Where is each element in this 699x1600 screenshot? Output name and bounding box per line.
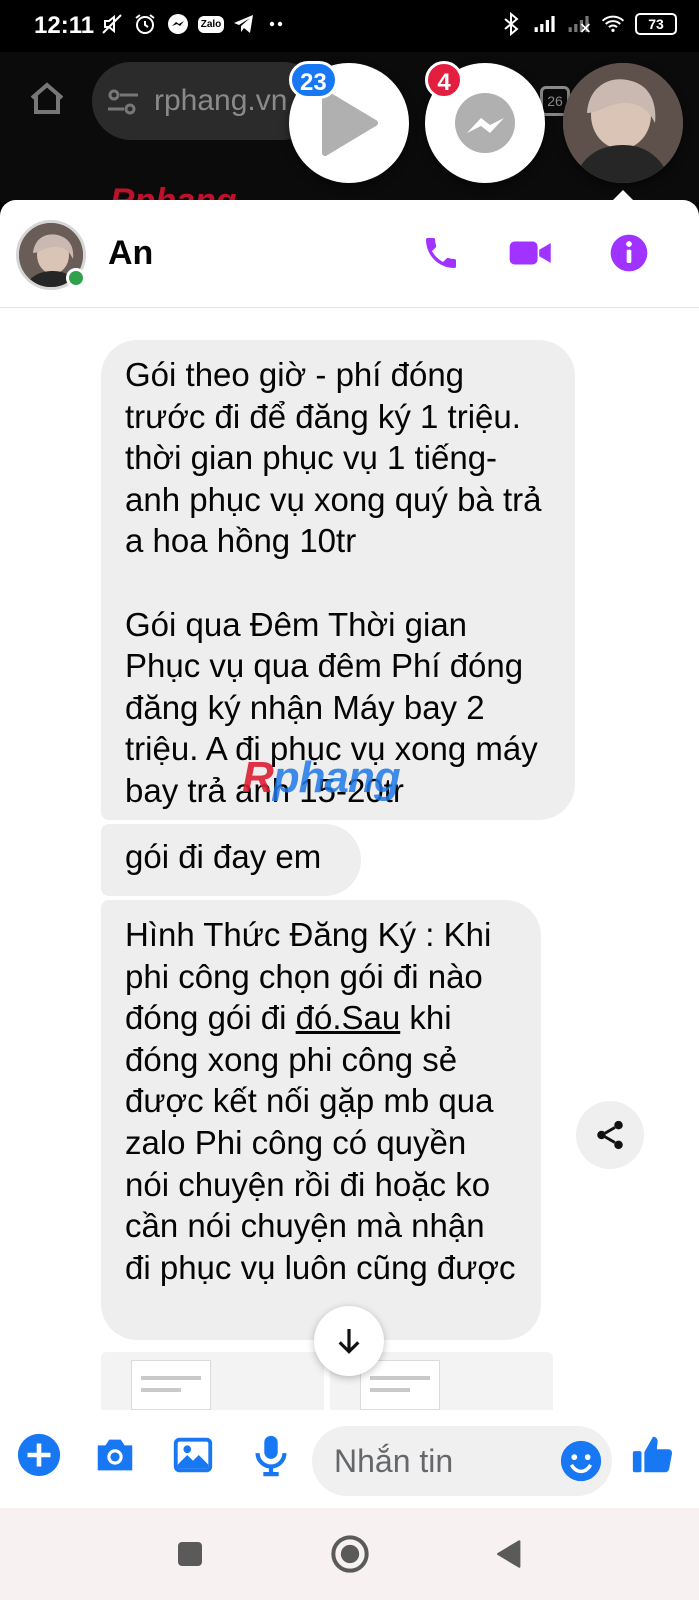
video-camera-icon bbox=[509, 241, 551, 265]
contact-name: An bbox=[108, 234, 154, 272]
circle-home-icon bbox=[331, 1535, 369, 1573]
messenger-chat-head[interactable]: 4 bbox=[425, 61, 545, 183]
chat-header: An bbox=[0, 200, 699, 308]
emoji-icon bbox=[560, 1440, 602, 1482]
message-bubble[interactable]: Gói theo giờ - phí đóng trước đi để đăng… bbox=[101, 340, 575, 820]
online-status-dot bbox=[66, 268, 86, 288]
alarm-icon bbox=[133, 12, 157, 36]
microphone-icon bbox=[255, 1435, 287, 1477]
like-button[interactable] bbox=[628, 1430, 678, 1480]
message-input[interactable] bbox=[334, 1438, 544, 1484]
voice-button[interactable] bbox=[246, 1430, 296, 1480]
thumbs-up-icon bbox=[632, 1436, 673, 1473]
home-nav-button[interactable] bbox=[330, 1534, 370, 1574]
gallery-button[interactable] bbox=[168, 1430, 218, 1480]
camera-button[interactable] bbox=[90, 1430, 140, 1480]
back-triangle-icon bbox=[497, 1540, 521, 1568]
share-button[interactable] bbox=[576, 1101, 644, 1169]
more-actions-button[interactable] bbox=[14, 1430, 64, 1480]
image-icon bbox=[173, 1437, 213, 1473]
message-link[interactable]: đó.Sau bbox=[296, 999, 401, 1036]
signal-icon bbox=[533, 12, 557, 36]
info-button[interactable] bbox=[606, 230, 652, 276]
mute-icon bbox=[100, 12, 124, 36]
message-bubble[interactable]: Hình Thức Đăng Ký : Khi phi công chọn gó… bbox=[101, 900, 541, 1340]
messenger-notif-icon bbox=[166, 12, 190, 36]
contact-chat-head[interactable] bbox=[563, 63, 683, 183]
camera-icon bbox=[97, 1439, 133, 1471]
composer bbox=[0, 1410, 699, 1506]
status-bar: 12:11 Zalo 73 bbox=[0, 0, 699, 52]
message-input-container bbox=[312, 1426, 612, 1496]
video-badge: 23 bbox=[289, 61, 338, 99]
video-call-button[interactable] bbox=[508, 230, 554, 276]
video-chat-head[interactable]: 23 bbox=[289, 61, 409, 183]
bluetooth-icon bbox=[499, 12, 523, 36]
watermark: Rphang bbox=[242, 753, 401, 802]
url-text: rphang.vn bbox=[154, 84, 288, 117]
scroll-to-bottom-button[interactable] bbox=[314, 1306, 384, 1376]
message-text: khi đóng xong phi công sẻ được kết nối g… bbox=[125, 999, 516, 1286]
message-list[interactable]: Gói theo giờ - phí đóng trước đi để đăng… bbox=[0, 308, 699, 1420]
avatar-photo bbox=[563, 63, 683, 183]
message-bubble[interactable]: gói đi đay em bbox=[101, 824, 361, 896]
back-button[interactable] bbox=[488, 1534, 528, 1574]
telegram-icon bbox=[232, 12, 256, 36]
messenger-badge: 4 bbox=[425, 61, 463, 99]
clock: 12:11 bbox=[34, 12, 95, 39]
zalo-icon: Zalo bbox=[197, 12, 225, 36]
arrow-down-icon bbox=[338, 1329, 360, 1354]
phone-icon bbox=[426, 238, 456, 268]
recents-button[interactable] bbox=[170, 1534, 210, 1574]
emoji-button[interactable] bbox=[558, 1438, 604, 1484]
more-dots-icon bbox=[265, 12, 289, 36]
plus-icon bbox=[17, 1433, 61, 1477]
url-bar[interactable]: rphang.vn bbox=[92, 62, 322, 140]
wifi-icon bbox=[601, 12, 625, 36]
square-icon bbox=[178, 1542, 202, 1566]
signal-no-service-icon bbox=[567, 12, 591, 36]
home-icon[interactable] bbox=[22, 74, 72, 124]
call-button[interactable] bbox=[418, 230, 464, 276]
site-settings-icon[interactable] bbox=[106, 88, 140, 121]
battery-icon: 73 bbox=[635, 13, 677, 35]
share-icon bbox=[597, 1120, 623, 1150]
info-icon bbox=[610, 234, 648, 272]
system-nav-bar bbox=[0, 1508, 699, 1600]
